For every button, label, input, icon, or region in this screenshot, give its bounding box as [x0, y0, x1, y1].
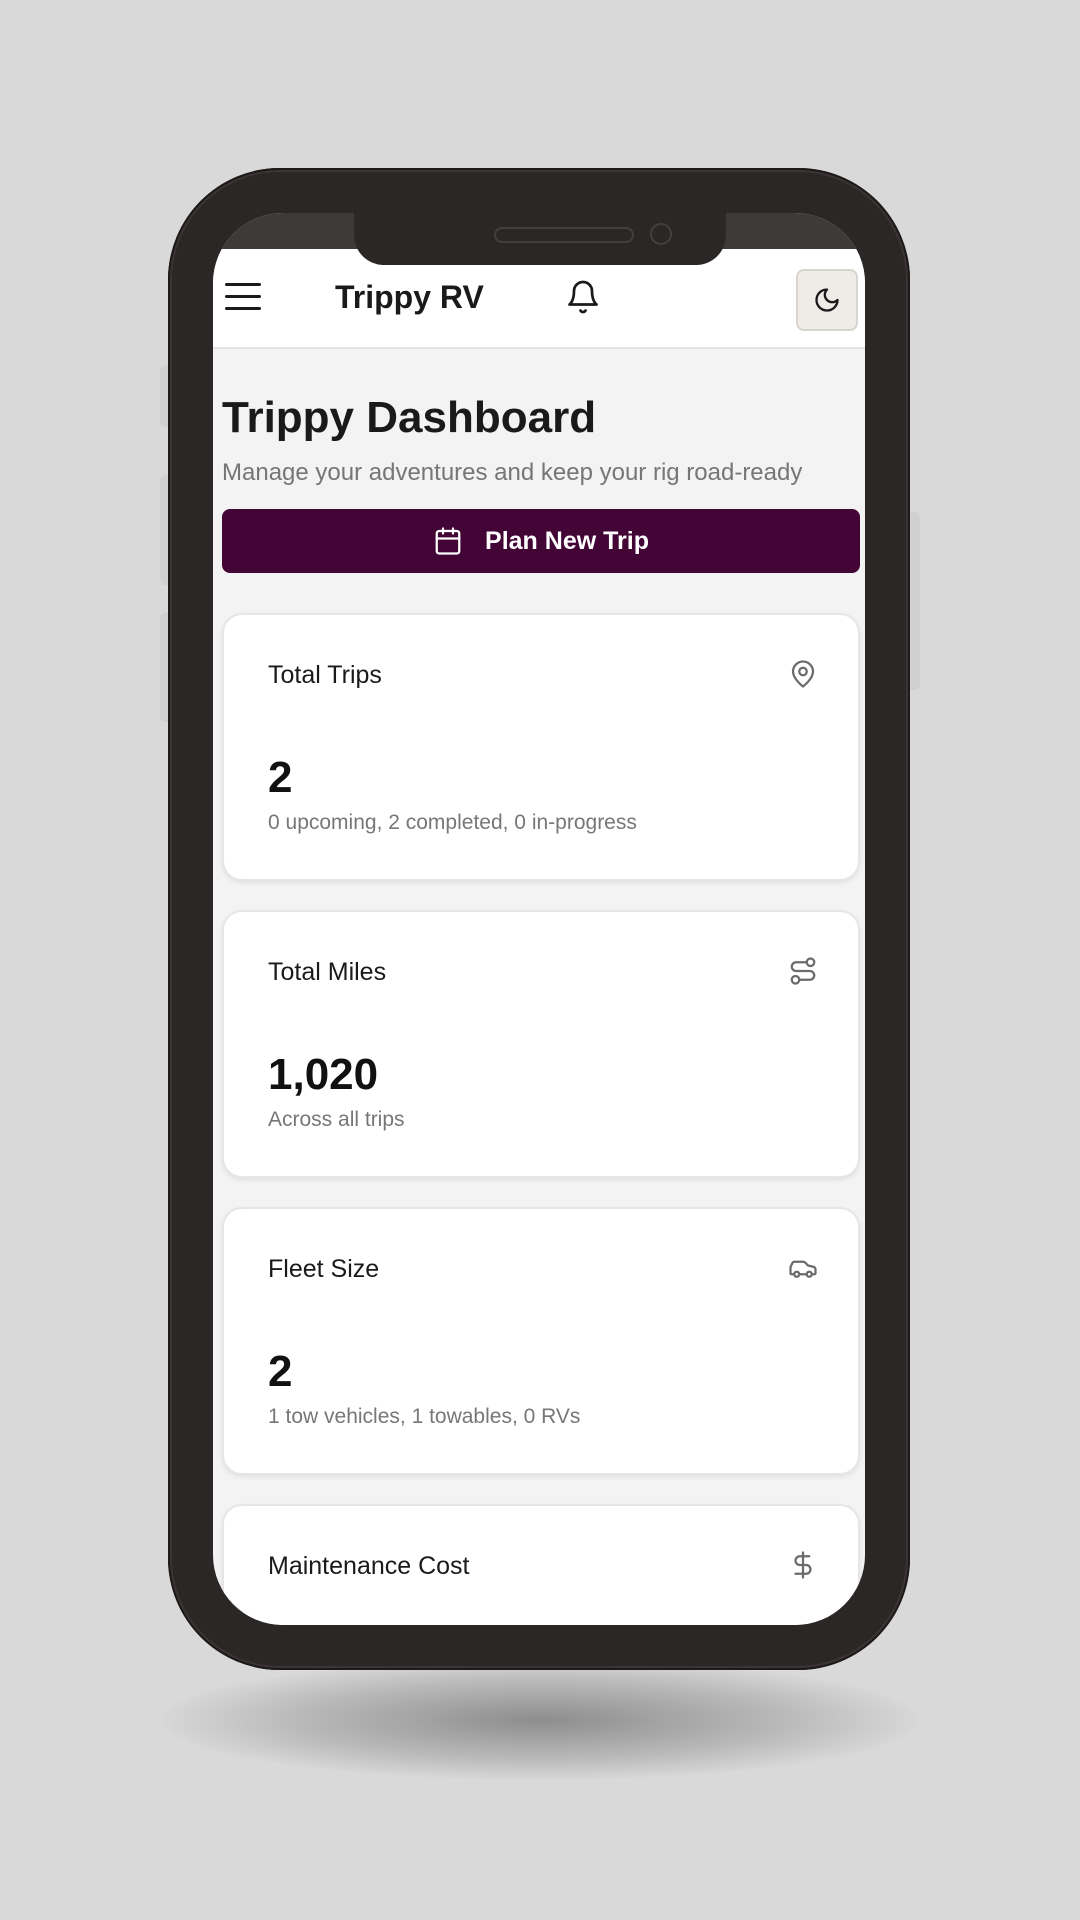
plan-new-trip-button[interactable]: Plan New Trip: [222, 509, 860, 573]
card-title: Fleet Size: [268, 1255, 380, 1283]
notifications-button[interactable]: [565, 277, 601, 317]
stat-card-total-miles[interactable]: Total Miles 1,020 Across all trips: [222, 910, 860, 1178]
card-subtitle: 0 upcoming, 2 completed, 0 in-progress: [268, 811, 637, 834]
card-title: Maintenance Cost: [268, 1552, 470, 1580]
front-camera: [650, 223, 672, 245]
card-value: 2: [268, 753, 293, 802]
app-title: Trippy RV: [335, 279, 484, 315]
card-subtitle: Across all trips: [268, 1108, 405, 1131]
phone-frame: Trippy RV Trippy Dashboard Manage your a…: [168, 168, 910, 1670]
plan-new-trip-label: Plan New Trip: [485, 526, 649, 555]
menu-icon-bar: [225, 283, 261, 286]
card-title: Total Miles: [268, 958, 387, 986]
moon-icon: [815, 288, 839, 312]
card-value: 2: [268, 1347, 293, 1396]
route-icon: [790, 957, 816, 985]
card-value: 1,020: [268, 1050, 379, 1099]
menu-button[interactable]: [225, 283, 261, 313]
stat-card-fleet-size[interactable]: Fleet Size 2 1 tow vehicles, 1 towables,…: [222, 1207, 860, 1475]
bell-icon: [568, 280, 598, 314]
page-subtitle: Manage your adventures and keep your rig…: [222, 459, 803, 486]
theme-toggle-button[interactable]: [796, 269, 858, 331]
card-title: Total Trips: [268, 661, 382, 689]
phone-shadow: [160, 1660, 920, 1780]
phone-screen: Trippy RV Trippy Dashboard Manage your a…: [213, 213, 865, 1625]
stat-card-maintenance-cost[interactable]: Maintenance Cost: [222, 1504, 860, 1625]
menu-icon-bar: [225, 307, 261, 310]
page-title: Trippy Dashboard: [222, 393, 597, 442]
card-subtitle: 1 tow vehicles, 1 towables, 0 RVs: [268, 1405, 581, 1428]
map-pin-icon: [791, 660, 815, 688]
menu-icon-bar: [225, 295, 261, 298]
car-icon: [789, 1260, 817, 1278]
speaker-grille: [494, 227, 634, 243]
phone-notch: [354, 213, 726, 265]
dollar-icon: [794, 1551, 812, 1579]
stat-card-total-trips[interactable]: Total Trips 2 0 upcoming, 2 completed, 0…: [222, 613, 860, 881]
calendar-icon: [435, 527, 461, 555]
